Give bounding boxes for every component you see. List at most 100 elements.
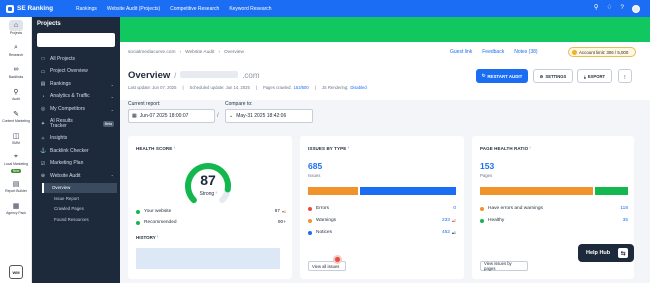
rail-item-projects[interactable]: ⌂ Projects xyxy=(0,17,32,39)
nav-item-insights[interactable]: ✧ Insights xyxy=(32,133,120,146)
warnings-delta: ▴2 xyxy=(451,219,456,223)
top-nav-website-audit[interactable]: Website Audit (Projects) xyxy=(107,6,160,12)
breadcrumb-website-audit[interactable]: Website Audit xyxy=(185,50,214,55)
nav-item-backlink-checker[interactable]: ⚓ Backlink Checker xyxy=(32,145,120,158)
nav-icon: ☑ xyxy=(40,160,46,167)
errors-value[interactable]: 0 xyxy=(453,206,456,211)
rail-label: Agency Pack xyxy=(6,211,26,216)
top-nav-keyword-research[interactable]: Keyword Research xyxy=(229,6,271,12)
nav-item-analytics-traffic[interactable]: ◔ Analytics & Traffic ⌄ xyxy=(32,91,120,104)
restart-audit-button[interactable]: ↻ RESTART AUDIT xyxy=(476,69,528,83)
your-website-value: 87 xyxy=(274,209,280,214)
errors-warnings-value[interactable]: 118 xyxy=(620,206,628,211)
home-icon: ⌂ xyxy=(9,20,23,32)
report-icon: ▤ xyxy=(12,180,20,188)
rail-item-research[interactable]: ⌕ Research xyxy=(0,39,32,61)
help-icon[interactable]: ? xyxy=(620,5,624,12)
top-nav-competitive-research[interactable]: Competitive Research xyxy=(170,6,219,12)
avatar[interactable] xyxy=(632,4,640,13)
nav-item-my-competitors[interactable]: ◎ My Competitors ⌄ xyxy=(32,103,120,116)
warnings-value-group: 233 ▴2 xyxy=(442,218,456,223)
breadcrumb-project[interactable]: socialmediacurve.com xyxy=(128,50,175,55)
pages-healthy-segment[interactable] xyxy=(594,187,628,195)
brand-logo[interactable]: SE Ranking xyxy=(0,4,70,13)
nav-label: Insights xyxy=(50,135,68,141)
guest-link[interactable]: Guest link xyxy=(450,49,472,55)
breadcrumb-separator: › xyxy=(179,50,182,55)
info-icon[interactable]: ⁱ xyxy=(216,191,217,197)
js-rendering-value[interactable]: Disabled xyxy=(350,85,366,90)
project-selector[interactable] xyxy=(37,33,115,47)
subnav-item-overview[interactable]: Overview xyxy=(42,182,117,193)
legend-dot xyxy=(136,220,140,225)
rail-item-smm[interactable]: ◫ SMM xyxy=(0,127,32,149)
pages-crawled-value[interactable]: 153/500 xyxy=(294,85,309,90)
info-icon[interactable]: ⁱ xyxy=(174,146,175,151)
healthy-value[interactable]: 35 xyxy=(623,218,628,223)
notices-row: Notices 452 ▴1 xyxy=(308,230,456,235)
export-button[interactable]: ⤓ EXPORT xyxy=(577,69,612,83)
help-hub-button[interactable]: Help Hub ⇆ xyxy=(578,244,634,262)
settings-button[interactable]: ⚙ SETTINGS xyxy=(533,69,573,83)
notices-value[interactable]: 452 xyxy=(442,230,450,235)
healthy-row: Healthy 35 xyxy=(480,218,628,223)
account-limit-badge[interactable]: Account limit: 306 / 5,000 xyxy=(568,47,636,57)
subnav-item-issue-report[interactable]: Issue Report xyxy=(32,193,120,204)
pages-have-errors-and-warnings-segment[interactable] xyxy=(480,187,593,195)
health-score-card: HEALTH SCORE ⁱ 87 Strong ⁱ Your website … xyxy=(128,136,292,279)
workspace-avatar[interactable]: WM xyxy=(9,265,23,279)
issues-notices-segment[interactable] xyxy=(359,187,456,195)
bell-icon[interactable]: ♢ xyxy=(607,5,613,12)
nav-item-rankings[interactable]: ▤ Rankings ⌄ xyxy=(32,78,120,91)
issues-total[interactable]: 685 xyxy=(308,161,322,171)
health-score-title: HEALTH SCORE ⁱ xyxy=(136,146,175,152)
more-options-button[interactable]: ⋮ xyxy=(618,69,632,83)
rail-item-backlinks[interactable]: ∞ Backlinks xyxy=(0,61,32,83)
info-icon[interactable]: ⁱ xyxy=(530,146,531,151)
promo-banner[interactable] xyxy=(120,17,650,42)
compare-report-select[interactable]: ⌄ May-31 2025 18:42:06 xyxy=(225,109,313,123)
notes-link[interactable]: Notes (38) xyxy=(514,49,537,55)
view-issues-by-pages-button[interactable]: View issues by pages xyxy=(480,261,528,271)
rail-label: Audit xyxy=(12,97,20,102)
location-icon[interactable]: ⚲ xyxy=(594,5,599,12)
history-title: HISTORY ⁱ xyxy=(136,235,158,241)
nav-label: Project Overview xyxy=(50,68,88,74)
rail-item-report-builder[interactable]: ▤ Report Builder xyxy=(0,175,32,197)
info-icon[interactable]: ⁱ xyxy=(157,235,158,240)
pages-total[interactable]: 153 xyxy=(480,161,494,171)
view-all-issues-button[interactable]: View all issues xyxy=(308,261,346,271)
rail-item-agency-pack[interactable]: ▦ Agency Pack xyxy=(0,197,32,219)
account-limit-text: Account limit: 306 / 5,000 xyxy=(579,49,629,55)
legend-dot xyxy=(136,209,140,214)
nav-icon: ◔ xyxy=(41,93,45,100)
rail-item-content-marketing[interactable]: ✎ Content Marketing xyxy=(0,105,32,127)
rail-label: Research xyxy=(8,53,24,58)
nav-label: Marketing Plan xyxy=(50,160,84,166)
search-icon: ⌕ xyxy=(14,43,18,51)
current-report-select[interactable]: ▦ Jun-07 2025 18:00:07 xyxy=(128,109,215,123)
redacted-domain xyxy=(180,71,239,78)
issues-warnings-segment[interactable] xyxy=(308,187,358,195)
nav-item-ai-results-tracker[interactable]: ✦ AI Results Tracker Beta xyxy=(32,116,120,133)
rail-label: Projects xyxy=(9,31,23,36)
legend-dot xyxy=(308,230,312,235)
warnings-value[interactable]: 233 xyxy=(442,218,450,223)
nav-label: Rankings xyxy=(50,80,71,87)
nav-item-project-overview[interactable]: ▭ Project Overview xyxy=(32,66,120,79)
subnav-item-crawled-pages[interactable]: Crawled Pages xyxy=(32,204,120,215)
beta-badge: Beta xyxy=(102,121,114,127)
history-chart[interactable] xyxy=(136,248,280,269)
issues-stack-bar xyxy=(308,187,456,195)
info-icon[interactable]: ⁱ xyxy=(348,146,349,151)
se-ranking-logo-icon xyxy=(6,4,14,13)
rail-item-local-marketing[interactable]: ⌖ Local Marketing New xyxy=(0,149,32,175)
rail-item-audit[interactable]: ⚲ Audit xyxy=(0,83,32,105)
top-nav-rankings[interactable]: Rankings xyxy=(76,6,97,12)
subnav-item-found-resources[interactable]: Found Resources xyxy=(32,214,120,225)
nav-item-marketing-plan[interactable]: ☑ Marketing Plan xyxy=(32,158,120,171)
feedback-link[interactable]: Feedback xyxy=(482,49,504,55)
nav-item-website-audit[interactable]: ⊕ Website Audit ⌃ xyxy=(32,170,120,183)
nav-item-all-projects[interactable]: □ All Projects xyxy=(32,53,120,66)
nav-icon: ⊕ xyxy=(40,173,46,180)
